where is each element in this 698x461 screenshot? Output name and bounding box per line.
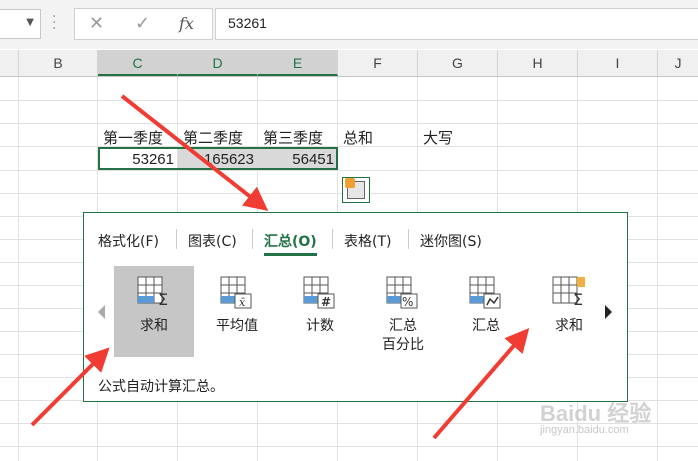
totals-average-button[interactable]: x̄ 平均值 xyxy=(197,266,277,357)
tab-divider xyxy=(252,229,253,249)
quick-analysis-panel: 格式化(F) 图表(C) 汇总(O) 表格(T) 迷你图(S) Σ 求和 x̄ … xyxy=(83,212,628,402)
totals-sum-button[interactable]: Σ 求和 xyxy=(114,266,194,357)
totals-sum-row-button[interactable]: Σ 求和 xyxy=(529,266,609,357)
item-label: 求和 xyxy=(140,318,168,334)
sum-column-icon: Σ xyxy=(137,276,168,309)
column-header-c[interactable]: C xyxy=(98,50,178,76)
svg-text:#: # xyxy=(321,295,331,309)
item-label: 汇总 百分比 xyxy=(382,318,424,353)
count-column-icon: # xyxy=(303,276,335,309)
column-header-g[interactable]: G xyxy=(418,50,498,76)
chevron-down-icon[interactable]: ▼ xyxy=(26,17,34,28)
cell-d4[interactable]: 165623 xyxy=(204,151,254,168)
svg-text:%: % xyxy=(402,295,413,309)
percent-total-icon: % xyxy=(386,276,418,309)
item-label: 求和 xyxy=(555,318,583,334)
svg-text:Σ: Σ xyxy=(573,290,583,309)
cell-e3[interactable]: 第三季度 xyxy=(263,127,323,148)
formula-value: 53261 xyxy=(228,15,267,31)
column-header-h[interactable]: H xyxy=(498,50,578,76)
item-label: 计数 xyxy=(306,318,334,334)
cell-f3[interactable]: 总和 xyxy=(343,127,373,148)
column-headers: B C D E F G H I J xyxy=(0,50,698,77)
column-header-d[interactable]: D xyxy=(178,50,258,76)
column-header-j[interactable]: J xyxy=(658,50,698,76)
item-label: 汇总 xyxy=(472,318,500,334)
drag-handle-icon[interactable]: · · · xyxy=(52,10,58,36)
item-label: 平均值 xyxy=(216,318,258,334)
cell-c3[interactable]: 第一季度 xyxy=(103,127,163,148)
tab-divider xyxy=(176,229,177,249)
tab-totals[interactable]: 汇总(O) xyxy=(264,231,317,256)
formula-bar: ▼ · · · ✕ ✓ fx 53261 xyxy=(0,0,698,49)
average-column-icon: x̄ xyxy=(220,276,252,309)
column-header-i[interactable]: I xyxy=(578,50,658,76)
scroll-left-icon[interactable] xyxy=(98,305,105,319)
lightning-icon xyxy=(345,178,355,188)
totals-running-button[interactable]: 汇总 xyxy=(446,266,526,357)
sum-row-icon: Σ xyxy=(552,276,585,309)
tab-divider xyxy=(408,229,409,249)
totals-count-button[interactable]: # 计数 xyxy=(280,266,360,357)
tab-tables[interactable]: 表格(T) xyxy=(344,231,391,251)
tab-charts[interactable]: 图表(C) xyxy=(188,231,237,251)
cell-e4[interactable]: 56451 xyxy=(292,151,334,168)
cell-c4[interactable]: 53261 xyxy=(132,151,174,168)
column-header-b[interactable]: B xyxy=(19,50,98,76)
quick-analysis-button[interactable] xyxy=(342,177,370,203)
tab-sparklines[interactable]: 迷你图(S) xyxy=(420,231,482,251)
svg-text:x̄: x̄ xyxy=(239,296,246,309)
scroll-right-icon[interactable] xyxy=(605,305,612,319)
svg-text:Σ: Σ xyxy=(158,290,168,309)
column-header-f[interactable]: F xyxy=(338,50,418,76)
cell-d3[interactable]: 第二季度 xyxy=(183,127,243,148)
cell-g3[interactable]: 大写 xyxy=(423,127,453,148)
enter-icon[interactable]: ✓ xyxy=(135,13,150,34)
select-all-corner[interactable] xyxy=(0,50,19,76)
item-description: 公式自动计算汇总。 xyxy=(98,379,224,395)
running-total-icon xyxy=(469,276,501,309)
name-box[interactable]: ▼ xyxy=(0,9,41,39)
formula-input[interactable]: 53261 xyxy=(215,8,698,40)
insert-function-icon[interactable]: fx xyxy=(179,14,194,33)
column-header-e[interactable]: E xyxy=(258,50,338,76)
watermark-url: jingyan.baidu.com xyxy=(540,424,629,436)
cancel-icon[interactable]: ✕ xyxy=(89,13,104,34)
tab-formatting[interactable]: 格式化(F) xyxy=(98,231,159,251)
totals-percent-button[interactable]: % 汇总 百分比 xyxy=(363,266,443,357)
formula-buttons: ✕ ✓ fx xyxy=(74,8,213,40)
tab-divider xyxy=(332,229,333,249)
